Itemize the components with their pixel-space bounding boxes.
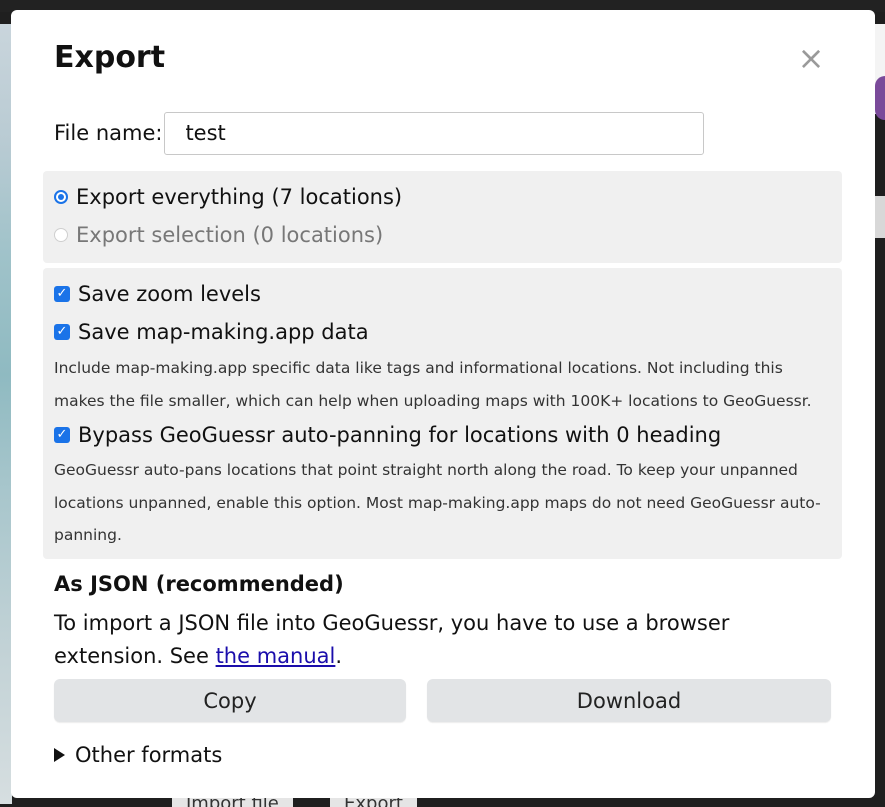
- export-scope-group: Export everything (7 locations) Export s…: [43, 171, 842, 263]
- save-mm-data-description: Include map-making.app specific data lik…: [54, 359, 812, 410]
- export-dialog: Export × File name: Export everything (7…: [11, 10, 875, 798]
- dialog-title: Export: [54, 40, 166, 75]
- json-info-suffix: .: [335, 644, 343, 668]
- checkbox-checked-icon[interactable]: ✓: [54, 427, 70, 443]
- json-section-title: As JSON (recommended): [54, 572, 344, 596]
- checkbox-checked-icon[interactable]: ✓: [54, 324, 70, 340]
- download-button[interactable]: Download: [427, 679, 831, 722]
- json-info-body: To import a JSON file into GeoGuessr, yo…: [54, 611, 730, 668]
- json-info-text: To import a JSON file into GeoGuessr, yo…: [54, 607, 844, 673]
- other-formats-label: Other formats: [75, 743, 223, 767]
- save-mm-data-option[interactable]: ✓ Save map-making.app data: [54, 320, 369, 344]
- save-zoom-option[interactable]: ✓ Save zoom levels: [54, 282, 261, 306]
- export-selection-label: Export selection (0 locations): [76, 223, 384, 247]
- copy-button[interactable]: Copy: [54, 679, 406, 722]
- checkbox-checked-icon[interactable]: ✓: [54, 286, 70, 302]
- background-purple-button: [875, 76, 885, 120]
- bypass-panning-label: Bypass GeoGuessr auto-panning for locati…: [78, 423, 722, 447]
- manual-link[interactable]: the manual: [216, 644, 336, 668]
- other-formats-toggle[interactable]: Other formats: [54, 743, 222, 767]
- export-selection-option: Export selection (0 locations): [54, 223, 383, 247]
- export-everything-option[interactable]: Export everything (7 locations): [54, 185, 402, 209]
- save-mm-data-label: Save map-making.app data: [78, 320, 369, 344]
- radio-checked-icon[interactable]: [54, 190, 68, 204]
- save-zoom-label: Save zoom levels: [78, 282, 261, 306]
- background-side-element: [875, 196, 885, 238]
- file-name-row: File name:: [54, 111, 705, 155]
- bypass-panning-description: GeoGuessr auto-pans locations that point…: [54, 461, 821, 544]
- close-icon[interactable]: ×: [797, 42, 825, 74]
- file-name-input[interactable]: [164, 111, 705, 155]
- disclosure-triangle-icon: [54, 748, 65, 762]
- radio-unchecked-icon: [54, 228, 68, 242]
- export-everything-label: Export everything (7 locations): [76, 185, 403, 209]
- bypass-panning-option[interactable]: ✓ Bypass GeoGuessr auto-panning for loca…: [54, 423, 721, 447]
- export-options-group: ✓ Save zoom levels ✓ Save map-making.app…: [43, 268, 842, 559]
- file-name-label: File name:: [54, 121, 163, 145]
